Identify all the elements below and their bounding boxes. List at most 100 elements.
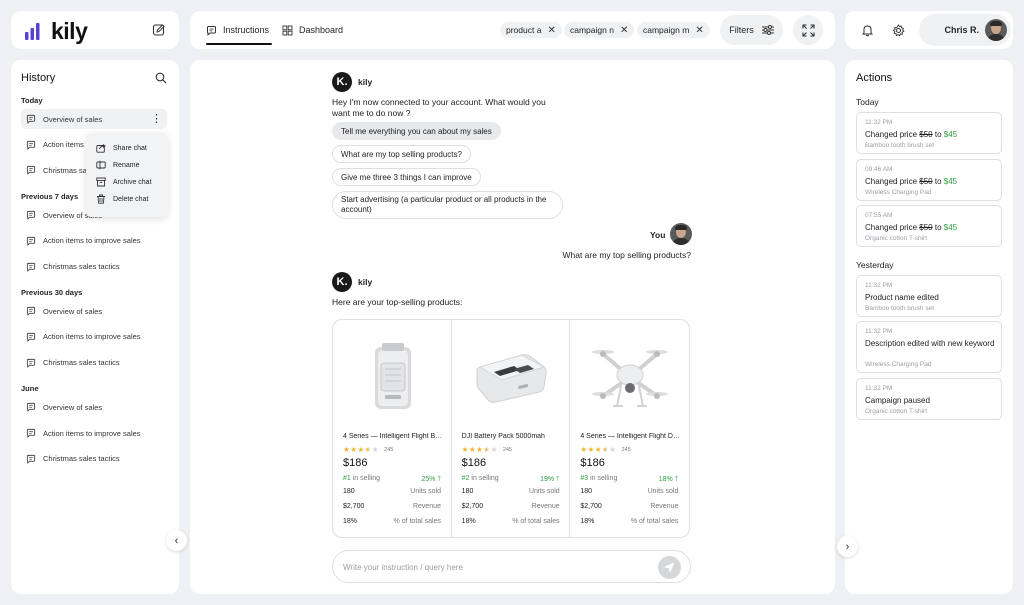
suggestion-chip[interactable]: Start advertising (a particular product …	[332, 191, 563, 219]
tab-instructions[interactable]: Instructions	[206, 11, 272, 49]
review-count: 245	[621, 446, 631, 453]
action-time: 11:32 PM	[865, 281, 893, 289]
revenue-label: Revenue	[650, 503, 679, 510]
product-card[interactable]: DJI Battery Pack 5000mah ★★★ ★ ★ 245 $186 #…	[452, 320, 571, 537]
revenue-row: $2,700 Revenue	[343, 503, 441, 510]
collapse-actions-button[interactable]: ›	[837, 536, 858, 557]
product-image	[472, 332, 552, 422]
action-time: 11:32 PM	[865, 119, 893, 126]
brand-card: kily	[11, 11, 179, 49]
more-options-icon[interactable]: ⋮	[151, 113, 162, 125]
search-button[interactable]	[155, 72, 167, 84]
history-item[interactable]: Christmas sales tactics	[21, 353, 167, 373]
settings-button[interactable]	[886, 18, 910, 42]
top-navigation: Instructions Dashboard product a ✕ campa…	[190, 11, 835, 49]
fullscreen-button[interactable]	[793, 15, 823, 45]
menu-item-archive[interactable]: Archive chat	[96, 177, 152, 187]
units-row: 180 Units sold	[343, 488, 441, 495]
share: 18%	[461, 518, 476, 525]
suggestion-chip[interactable]: Tell me everything you can about my sale…	[332, 122, 501, 140]
actions-panel: Actions Today 11:32 PM Changed price $50 t…	[845, 60, 1013, 594]
send-button[interactable]	[658, 556, 681, 579]
filter-chip[interactable]: campaign n ✕	[564, 22, 635, 38]
trash-icon	[97, 194, 105, 204]
history-item[interactable]: Christmas sales tactics	[21, 257, 167, 277]
chat-bubble-icon	[26, 236, 36, 246]
growth: 25%	[421, 476, 436, 483]
actions-section-label: Today	[856, 97, 879, 107]
filters-button[interactable]: Filters	[720, 15, 783, 45]
share-label: % of total sales	[393, 518, 441, 525]
action-description: Changed price $50 to $45	[865, 130, 958, 139]
product-price: $186	[580, 457, 605, 469]
history-section-label: June	[21, 384, 39, 394]
history-item[interactable]: Christmas sales tactics	[21, 449, 167, 469]
menu-item-share[interactable]: Share chat	[96, 143, 147, 153]
action-product: Organic cotton T-shirt	[865, 235, 928, 242]
history-item[interactable]: Overview of sales	[21, 301, 167, 321]
chat-bubble-icon	[26, 332, 36, 342]
action-log-item[interactable]: 11:32 PM Product name edited Bamboo tooth …	[856, 274, 1002, 317]
close-icon[interactable]: ✕	[695, 25, 703, 36]
history-item-label: Overview of sales	[43, 402, 103, 412]
product-image	[353, 332, 433, 422]
rank: #2	[461, 475, 470, 482]
new-chat-button[interactable]	[147, 18, 171, 42]
notifications-button[interactable]	[855, 18, 879, 42]
action-log-item[interactable]: 11:32 PM Description edited with new keyw…	[856, 321, 1002, 373]
product-card[interactable]: 4 Series — Intelligent Flight Battery ★★…	[333, 320, 452, 537]
rank-row: #3 in selling 18% 🡑	[580, 475, 678, 486]
units: 180	[343, 488, 355, 495]
history-item[interactable]: Action items to improve sales	[21, 423, 167, 443]
close-icon[interactable]: ✕	[620, 25, 628, 36]
action-log-item[interactable]: 11:32 PM Campaign paused Organic cotton T-…	[856, 377, 1002, 420]
product-price: $186	[343, 457, 368, 469]
history-item[interactable]: Action items to improve sales	[21, 327, 167, 347]
product-name: DJI Battery Pack 5000mah	[461, 433, 545, 440]
rank-label: in selling	[471, 475, 499, 482]
history-item[interactable]: Overview of sales ⋮	[21, 109, 167, 129]
bell-icon	[861, 24, 873, 36]
suggestion-chip[interactable]: What are my top selling products?	[332, 145, 471, 163]
action-log-item[interactable]: 11:32 PM Changed price $50 to $45 Bamboo t…	[856, 112, 1002, 154]
battery-pack-image-icon	[476, 354, 547, 403]
user-card: Chris R.	[845, 11, 1013, 49]
history-item-label: Overview of sales	[43, 114, 103, 124]
product-card[interactable]: 4 Series — Intelligent Flight Drone ★★★ ★…	[570, 320, 689, 537]
suggestion-chip[interactable]: Give me three 3 things I can improve	[332, 168, 481, 186]
product-price: $186	[461, 457, 487, 469]
close-icon[interactable]: ✕	[547, 25, 555, 36]
menu-item-label: Archive chat	[113, 178, 152, 186]
user-name: Chris R.	[944, 25, 979, 35]
suggestion-label: What are my top selling products?	[341, 149, 462, 159]
filter-chip[interactable]: campaign m ✕	[637, 22, 710, 38]
units: 180	[580, 488, 593, 495]
units-row: 180 Units sold	[580, 488, 678, 495]
history-item[interactable]: Overview of sales	[21, 397, 167, 417]
you-label: You	[650, 230, 666, 240]
action-log-item[interactable]: 09:46 AM Changed price $50 to $45 Wireless…	[856, 158, 1002, 201]
search-icon	[155, 72, 167, 84]
menu-item-rename[interactable]: Rename	[96, 160, 139, 170]
gear-icon	[892, 23, 905, 37]
user-menu[interactable]: Chris R.	[919, 14, 1011, 46]
chat-bubble-icon	[26, 403, 36, 413]
history-panel: History Today Overview of sales ⋮ Action it…	[11, 60, 179, 594]
expand-icon	[801, 23, 815, 37]
history-item[interactable]: Action items to improve sales	[21, 231, 167, 251]
review-count: 245	[502, 446, 512, 453]
action-log-item[interactable]: 07:55 AM Changed price $50 to $45 Organic …	[856, 205, 1002, 247]
rename-icon	[96, 160, 106, 170]
chat-bubble-icon	[26, 428, 36, 438]
new-price: $45	[943, 130, 958, 139]
action-description: Campaign paused	[865, 395, 930, 405]
filter-chip[interactable]: product a ✕	[500, 22, 562, 38]
chat-bubble-icon	[26, 140, 36, 150]
bot-reply: Here are your top-selling products:	[332, 297, 463, 307]
action-time: 11:32 PM	[865, 384, 893, 392]
chat-bubble-icon	[26, 114, 36, 124]
query-input[interactable]	[343, 560, 643, 574]
menu-item-delete[interactable]: Delete chat	[96, 194, 148, 204]
tab-dashboard[interactable]: Dashboard	[282, 11, 343, 49]
collapse-history-button[interactable]: ‹	[166, 530, 187, 551]
